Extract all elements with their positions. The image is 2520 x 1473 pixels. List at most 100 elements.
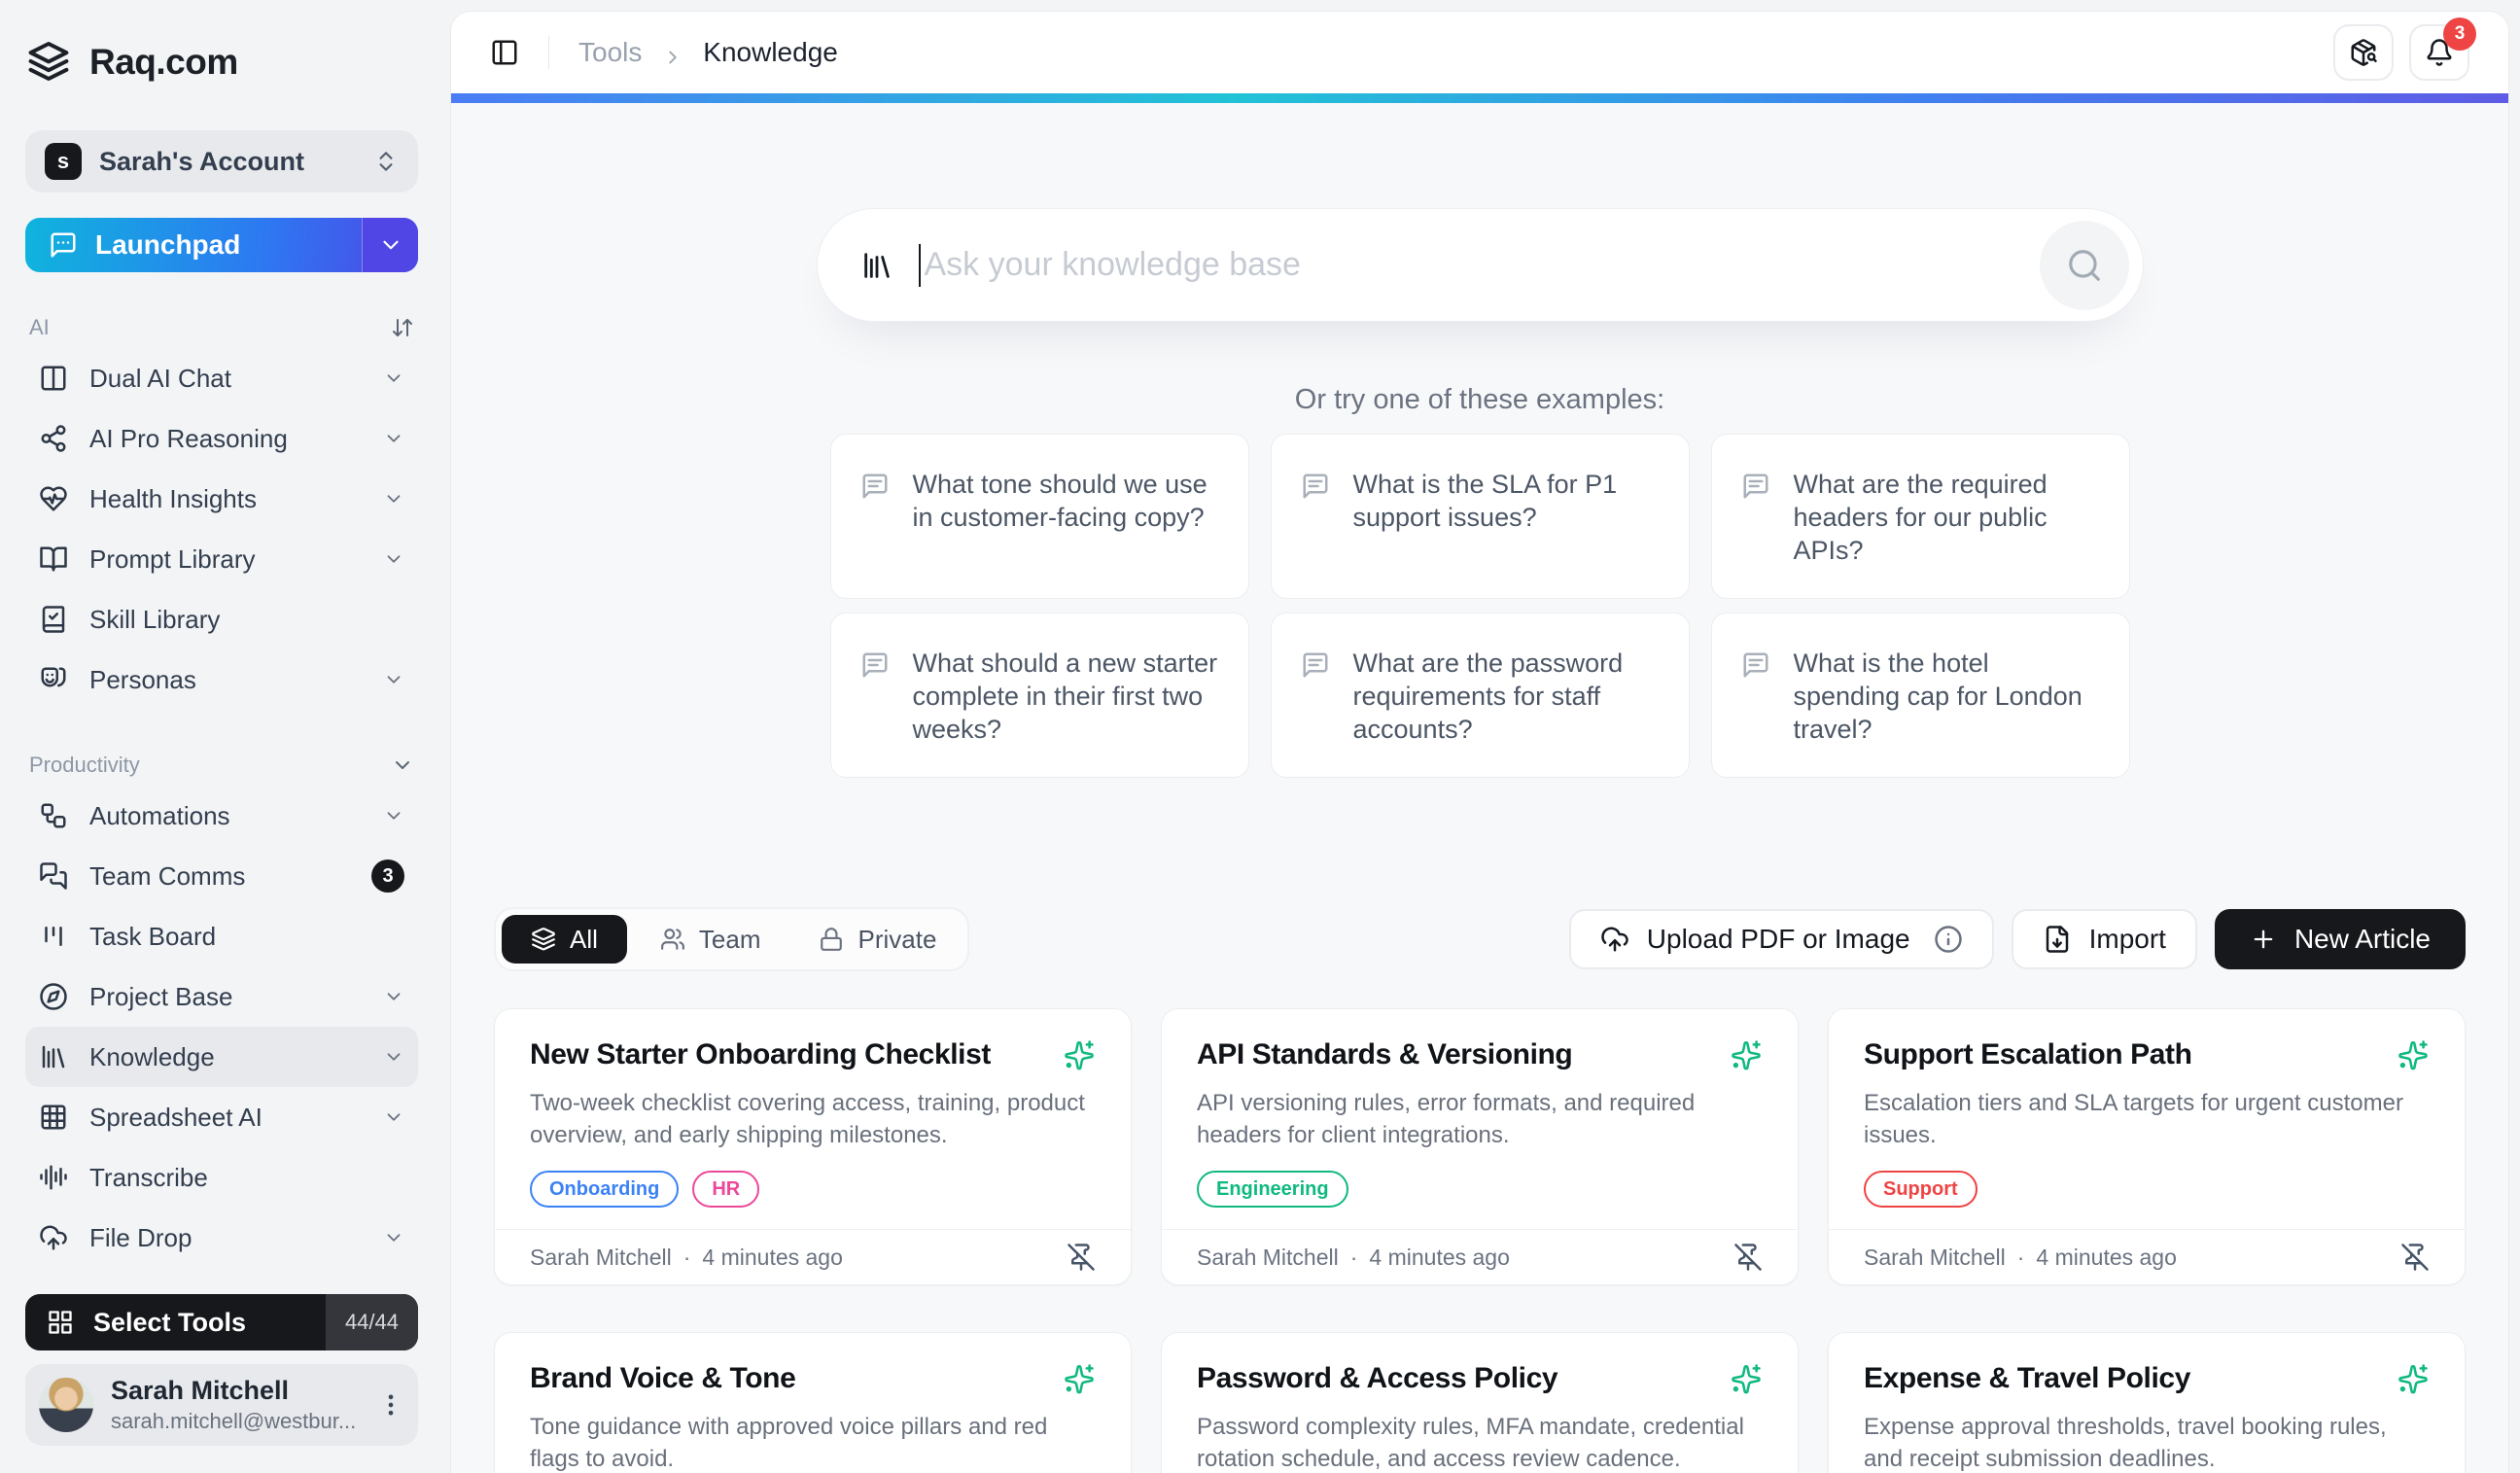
layout-grid-icon	[47, 1309, 74, 1336]
article-description: Expense approval thresholds, travel book…	[1864, 1411, 2430, 1473]
heart-pulse-icon	[39, 484, 68, 513]
nav-list-ai: Dual AI Chat AI Pro Reasoning Health Ins…	[25, 348, 418, 710]
sparkles-icon[interactable]	[2397, 1362, 2430, 1395]
article-card[interactable]: Password & Access Policy Password comple…	[1161, 1332, 1799, 1473]
sidebar-item-label: Health Insights	[89, 484, 362, 514]
sidebar-item-team-comms[interactable]: Team Comms3	[25, 846, 418, 906]
article-card[interactable]: Brand Voice & Tone Tone guidance with ap…	[494, 1332, 1132, 1473]
example-question-card[interactable]: What should a new starter complete in th…	[830, 613, 1249, 778]
sidebar-item-label: Automations	[89, 801, 362, 831]
sidebar-item-dual-ai-chat[interactable]: Dual AI Chat	[25, 348, 418, 408]
new-article-label: New Article	[2294, 924, 2431, 955]
brand-name: Raq.com	[89, 42, 238, 83]
sidebar-item-skill-library[interactable]: Skill Library	[25, 589, 418, 649]
sparkles-icon[interactable]	[1730, 1038, 1763, 1071]
chevron-down-icon	[383, 986, 404, 1007]
search-icon	[2066, 247, 2103, 284]
more-vertical-icon[interactable]	[377, 1391, 404, 1419]
sidebar-item-prompt-library[interactable]: Prompt Library	[25, 529, 418, 589]
sidebar-item-automations[interactable]: Automations	[25, 786, 418, 846]
sidebar-item-transcribe[interactable]: Transcribe	[25, 1147, 418, 1208]
example-question-card[interactable]: What are the password requirements for s…	[1271, 613, 1690, 778]
sidebar-item-knowledge[interactable]: Knowledge	[25, 1027, 418, 1087]
breadcrumb: Tools Knowledge	[578, 37, 838, 68]
launchpad-expand-button[interactable]	[362, 218, 418, 272]
account-switcher[interactable]: s Sarah's Account	[25, 130, 418, 193]
launchpad-button[interactable]: Launchpad	[25, 218, 418, 272]
example-question-card[interactable]: What is the SLA for P1 support issues?	[1271, 434, 1690, 599]
workflow-icon	[39, 801, 68, 830]
select-tools-button[interactable]: Select Tools 44/44	[25, 1294, 418, 1350]
article-title: Support Escalation Path	[1864, 1036, 2192, 1073]
sidebar-item-task-board[interactable]: Task Board	[25, 906, 418, 966]
article-tags: Engineering	[1197, 1171, 1763, 1208]
example-question-card[interactable]: What is the hotel spending cap for Londo…	[1711, 613, 2130, 778]
tag-engineering: Engineering	[1197, 1171, 1348, 1208]
chevron-down-icon	[391, 754, 414, 777]
user-card[interactable]: Sarah Mitchell sarah.mitchell@westbur...	[25, 1364, 418, 1446]
sidebar-item-label: Dual AI Chat	[89, 364, 362, 394]
unpin-button[interactable]	[1067, 1243, 1096, 1272]
topbar-actions: 3	[2333, 24, 2469, 81]
message-square-text-icon	[1301, 650, 1330, 680]
notifications-button[interactable]: 3	[2409, 24, 2469, 81]
section-header-ai[interactable]: AI	[25, 313, 418, 342]
article-card-footer: Sarah Mitchell · 4 minutes ago	[495, 1229, 1131, 1284]
unpin-button[interactable]	[2400, 1243, 2430, 1272]
breadcrumb-tools[interactable]: Tools	[578, 37, 642, 67]
tab-team[interactable]: Team	[635, 915, 787, 964]
sparkles-icon[interactable]	[1063, 1038, 1096, 1071]
article-card[interactable]: Support Escalation Path Escalation tiers…	[1828, 1008, 2466, 1285]
article-card-footer: Sarah Mitchell · 4 minutes ago	[1162, 1229, 1798, 1284]
upload-pdf-button[interactable]: Upload PDF or Image	[1569, 909, 1994, 969]
sidebar-item-health-insights[interactable]: Health Insights	[25, 469, 418, 529]
article-meta: Sarah Mitchell · 4 minutes ago	[1864, 1245, 2177, 1271]
article-description: Escalation tiers and SLA targets for urg…	[1864, 1087, 2430, 1151]
sidebar-item-label: Prompt Library	[89, 544, 362, 575]
article-card[interactable]: New Starter Onboarding Checklist Two-wee…	[494, 1008, 1132, 1285]
select-tools-count: 44/44	[326, 1294, 418, 1350]
visibility-tabs: All Team Private	[494, 907, 969, 971]
sidebar-item-file-drop[interactable]: File Drop	[25, 1208, 418, 1268]
search-submit-button[interactable]	[2040, 221, 2129, 310]
example-question-text: What is the SLA for P1 support issues?	[1353, 468, 1660, 534]
info-icon[interactable]	[1934, 925, 1963, 954]
knowledge-search-bar[interactable]	[817, 208, 2144, 322]
library-icon	[860, 249, 893, 282]
new-article-button[interactable]: New Article	[2215, 909, 2466, 969]
book-check-icon	[39, 605, 68, 634]
sidebar-item-personas[interactable]: Personas	[25, 649, 418, 710]
section-header-productivity[interactable]: Productivity	[25, 751, 418, 780]
example-question-card[interactable]: What tone should we use in customer-faci…	[830, 434, 1249, 599]
sparkles-icon[interactable]	[2397, 1038, 2430, 1071]
cloud-upload-icon	[39, 1223, 68, 1252]
search-input[interactable]	[925, 246, 2040, 284]
sparkles-icon[interactable]	[1063, 1362, 1096, 1395]
tab-private[interactable]: Private	[793, 915, 962, 964]
tab-all[interactable]: All	[502, 915, 627, 964]
sidebar-item-project-base[interactable]: Project Base	[25, 966, 418, 1027]
article-card-head: New Starter Onboarding Checklist	[530, 1036, 1096, 1073]
tab-label: Private	[858, 925, 936, 955]
sidebar-item-ai-pro-reasoning[interactable]: AI Pro Reasoning	[25, 408, 418, 469]
article-title: API Standards & Versioning	[1197, 1036, 1572, 1073]
article-card[interactable]: Expense & Travel Policy Expense approval…	[1828, 1332, 2466, 1473]
article-time: 4 minutes ago	[702, 1245, 842, 1271]
unpin-button[interactable]	[1733, 1243, 1763, 1272]
article-card[interactable]: API Standards & Versioning API versionin…	[1161, 1008, 1799, 1285]
package-search-button[interactable]	[2333, 24, 2394, 81]
examples-caption: Or try one of these examples:	[817, 384, 2144, 416]
sparkles-icon[interactable]	[1730, 1362, 1763, 1395]
article-card-footer: Sarah Mitchell · 4 minutes ago	[1829, 1229, 2465, 1284]
sidebar-item-label: Spreadsheet AI	[89, 1103, 362, 1133]
example-question-card[interactable]: What are the required headers for our pu…	[1711, 434, 2130, 599]
launchpad-main[interactable]: Launchpad	[25, 218, 362, 272]
tab-label: All	[570, 925, 598, 955]
sidebar-item-label: Skill Library	[89, 605, 404, 635]
unread-badge: 3	[371, 859, 404, 893]
sidebar-item-spreadsheet-ai[interactable]: Spreadsheet AI	[25, 1087, 418, 1147]
import-button[interactable]: Import	[2012, 909, 2197, 969]
tag-support: Support	[1864, 1171, 1978, 1208]
sidebar-toggle-icon[interactable]	[490, 38, 519, 67]
accent-gradient-bar	[451, 93, 2508, 103]
